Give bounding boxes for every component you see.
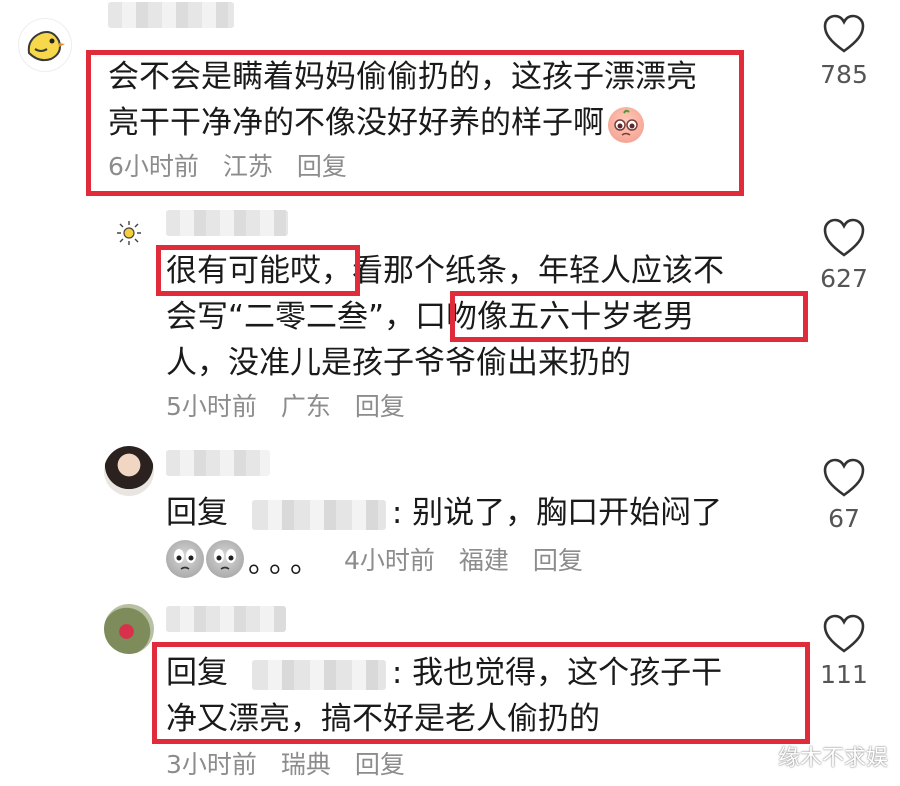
like-button[interactable]: 785 [814,14,874,89]
comment-meta: 3小时前 瑞典 回复 [166,745,405,781]
username-blurred[interactable] [166,450,270,476]
sad-face-icon [166,540,204,578]
comment-text-line: 回复 : 别说了，胸口开始闷了 [166,490,722,536]
mentioned-user-blurred[interactable] [251,499,386,530]
heart-icon [823,614,865,653]
like-count: 785 [820,60,868,89]
comment-text-segment: 。。。 [248,545,326,580]
highlight-box [450,291,808,342]
comment-meta-row: 。。。 4小时前 福建 回复 [166,536,583,582]
sad-face-icon [206,540,244,578]
username-blurred[interactable] [166,606,286,632]
comment-text-segment: : 别说了，胸口开始闷了 [391,495,723,531]
watermark: 缘木不求娱 [777,746,888,771]
avatar[interactable] [114,218,144,248]
username-blurred[interactable] [108,2,234,28]
comment-location: 瑞典 [280,750,331,779]
username-blurred[interactable] [166,210,288,236]
like-button[interactable]: 67 [814,458,874,533]
comment-meta: 5小时前 广东 回复 [166,387,405,423]
flower-photo-avatar[interactable] [104,604,154,654]
reply-prefix: 回复 [166,495,228,531]
avatar[interactable] [18,18,72,72]
user-photo-avatar[interactable] [104,446,154,496]
like-button[interactable]: 111 [814,614,874,689]
reply-button[interactable]: 回复 [355,750,405,779]
heart-icon [823,458,865,497]
comment-location: 广东 [280,392,331,421]
highlight-box [86,50,744,196]
comment-text-line: 人，没准儿是孩子爷爷偷出来扔的 [166,345,631,381]
sun-icon [117,221,141,245]
highlight-box [152,642,810,744]
like-button[interactable]: 627 [814,218,874,293]
comment-time: 5小时前 [166,392,257,421]
like-count: 111 [820,660,868,689]
heart-icon [823,218,865,257]
like-count: 627 [820,264,868,293]
like-count: 67 [828,504,860,533]
comment-location: 福建 [458,546,509,575]
heart-icon [823,14,865,53]
comment-meta: 4小时前 福建 回复 [344,541,583,577]
reply-button[interactable]: 回复 [355,392,405,421]
highlight-box [156,245,360,296]
comment-time: 3小时前 [166,750,257,779]
comment-time: 4小时前 [344,546,435,575]
reply-button[interactable]: 回复 [533,546,583,575]
chick-icon [27,31,65,62]
